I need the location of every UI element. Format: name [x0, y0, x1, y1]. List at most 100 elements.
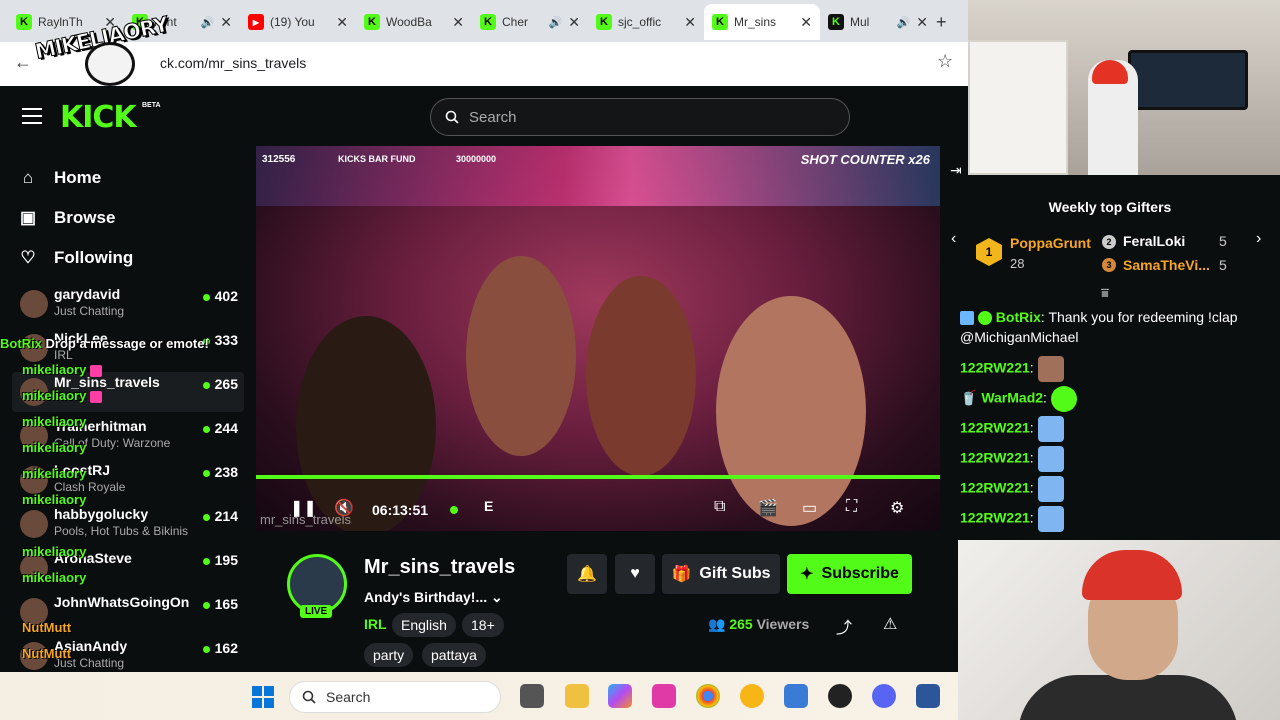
overlay-chat-user: mikeliaory: [22, 544, 87, 559]
browser-tab[interactable]: K Cher 🔊 ✕: [472, 4, 588, 40]
search-input[interactable]: Search: [430, 98, 850, 136]
browser-tab[interactable]: ▶ (19) You ✕: [240, 4, 356, 40]
close-icon[interactable]: ✕: [916, 14, 928, 31]
close-icon[interactable]: ✕: [684, 14, 696, 31]
collapse-chat-icon[interactable]: ⇥: [950, 162, 962, 179]
channel-viewers: 214: [203, 508, 238, 524]
browser-tab[interactable]: Ksjc_offic ✕: [588, 4, 704, 40]
overlay-chat-line: mikeliaory: [22, 544, 292, 559]
chat-username[interactable]: 122RW221: [960, 480, 1030, 496]
emote-icon: [89, 364, 102, 377]
notification-bell-button[interactable]: 🔔: [567, 554, 607, 594]
tab-title: (19) You: [270, 15, 315, 29]
shot-counter: SHOT COUNTER x26: [800, 152, 930, 167]
kick-favicon-icon: K: [712, 14, 728, 30]
gifter-name[interactable]: FeralLoki: [1123, 233, 1185, 249]
word-icon[interactable]: [916, 684, 940, 708]
browser-tab[interactable]: K WoodBa ✕: [356, 4, 472, 40]
kick-logo[interactable]: KICK: [60, 100, 137, 135]
pin-icon[interactable]: ⩸: [1101, 285, 1109, 301]
url-field[interactable]: ck.com/mr_sins_travels: [160, 55, 306, 71]
task-view-icon[interactable]: [520, 684, 544, 708]
video-player[interactable]: 312556 KICKS BAR FUND 30000000 SHOT COUN…: [256, 146, 940, 531]
fullscreen-icon[interactable]: ⛶: [846, 498, 857, 516]
close-icon[interactable]: ✕: [336, 14, 348, 31]
red-beanie: [1082, 550, 1182, 600]
tab-title: Mr_sins: [734, 15, 777, 29]
chat-username[interactable]: 122RW221: [960, 450, 1030, 466]
obs-icon[interactable]: [828, 684, 852, 708]
file-explorer-icon[interactable]: [565, 684, 589, 708]
chat-username[interactable]: WarMad2: [981, 390, 1043, 406]
new-tab-plus-icon[interactable]: +: [936, 12, 947, 33]
nav-home[interactable]: ⌂ Home: [18, 168, 101, 188]
heart-icon: ♡: [20, 248, 36, 267]
overlay-chat-line: mikeliaory: [22, 466, 292, 481]
overlay-chat-line: mikeliaory: [22, 492, 292, 507]
stream-category[interactable]: IRL: [364, 616, 387, 632]
pip-icon[interactable]: ⧉: [714, 498, 725, 516]
channel-item[interactable]: garydavid Just Chatting 402: [12, 284, 244, 324]
tag[interactable]: party: [364, 643, 414, 667]
speaker-icon[interactable]: 🔊: [549, 16, 563, 29]
close-icon[interactable]: ✕: [220, 14, 232, 31]
chat-username[interactable]: 122RW221: [960, 420, 1030, 436]
overlay-chat-line: mikeliaory: [22, 362, 292, 377]
tag[interactable]: English: [392, 613, 456, 637]
streamer-name[interactable]: Mr_sins_travels: [364, 556, 515, 579]
close-icon[interactable]: ✕: [568, 14, 580, 31]
sparkle-icon: ✦: [800, 566, 814, 583]
settings-gear-icon[interactable]: ⚙: [890, 498, 904, 518]
screen: K RaylnTh ✕ K Mint 🔊 ✕ ▶ (19) You ✕ K WoodBa ✕ KC…: [0, 0, 1280, 720]
overlay-chat-line: mikeliaory: [22, 388, 292, 403]
chevron-left-icon[interactable]: ‹: [951, 230, 956, 248]
clip-icon[interactable]: 🎬: [758, 498, 778, 518]
windows-start-icon[interactable]: [252, 686, 274, 708]
video-progress-bar[interactable]: [256, 475, 940, 479]
nav-browse[interactable]: ▣ Browse: [18, 208, 115, 228]
tag[interactable]: 18+: [462, 613, 504, 637]
nav-home-label: Home: [54, 168, 102, 187]
monitor: [1128, 50, 1248, 110]
chat-message: 122RW221:: [960, 446, 1260, 472]
tag[interactable]: pattaya: [422, 643, 486, 667]
muted-speaker-icon[interactable]: 🔇: [334, 498, 354, 518]
overlay-chat-line: NutMutt: [22, 620, 292, 635]
chat-username[interactable]: 122RW221: [960, 510, 1030, 526]
share-icon[interactable]: ⤴: [836, 614, 852, 638]
taskbar-search[interactable]: Search: [289, 681, 501, 713]
viewers-icon: 👥: [708, 616, 726, 632]
sun-app-icon[interactable]: [740, 684, 764, 708]
stream-title[interactable]: Andy's Birthday!... ⌄: [364, 589, 503, 606]
gift-subs-button[interactable]: 🎁 Gift Subs: [662, 554, 780, 594]
top-gifter-name[interactable]: PoppaGrunt: [1010, 235, 1091, 251]
follow-button[interactable]: ♥: [615, 554, 655, 594]
chat-username[interactable]: BotRix: [996, 309, 1041, 325]
chrome-icon[interactable]: [696, 684, 720, 708]
channel-item[interactable]: habbygolucky Pools, Hot Tubs & Bikinis 214: [12, 504, 244, 544]
speaker-icon[interactable]: 🔊: [897, 16, 911, 29]
beta-label: BETA: [142, 102, 161, 109]
top-gifter-count: 28: [1010, 256, 1025, 271]
emote-icon: [1037, 356, 1064, 382]
nav-following[interactable]: ♡ Following: [18, 248, 133, 268]
gifter-name[interactable]: SamaTheVi...: [1123, 257, 1210, 273]
pin-app-icon[interactable]: [784, 684, 808, 708]
chevron-down-icon[interactable]: ⌄: [491, 589, 503, 605]
subscribe-button[interactable]: ✦ Subscribe: [787, 554, 912, 594]
chevron-right-icon[interactable]: ›: [1256, 230, 1261, 248]
speaker-icon[interactable]: 🔊: [201, 16, 215, 29]
close-icon[interactable]: ✕: [452, 14, 464, 31]
chat-username[interactable]: 122RW221: [960, 360, 1030, 376]
hamburger-menu-icon[interactable]: [22, 108, 42, 124]
copilot-icon[interactable]: [608, 684, 632, 708]
discord-icon[interactable]: [872, 684, 896, 708]
report-warning-icon[interactable]: ⚠: [883, 614, 897, 634]
picsart-icon[interactable]: [652, 684, 676, 708]
bookmark-star-icon[interactable]: ☆: [937, 51, 953, 72]
pause-icon[interactable]: ❚❚: [290, 498, 317, 518]
theater-mode-icon[interactable]: ▭: [802, 498, 817, 518]
browser-tab-active[interactable]: K Mr_sins ✕: [704, 4, 820, 40]
close-icon[interactable]: ✕: [800, 14, 812, 31]
browser-tab[interactable]: K Mul 🔊 ✕: [820, 4, 936, 40]
